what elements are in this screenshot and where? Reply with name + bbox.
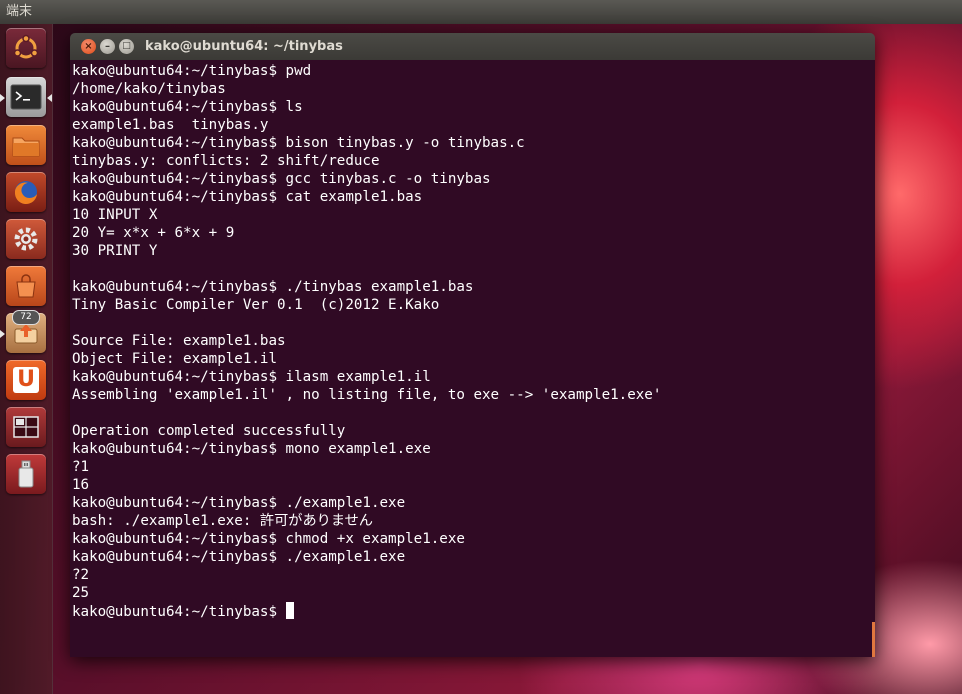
terminal-line: tinybas.y: conflicts: 2 shift/reduce bbox=[72, 153, 380, 169]
terminal-output[interactable]: kako@ubuntu64:~/tinybas$ pwd /home/kako/… bbox=[70, 60, 875, 657]
launcher-ubuntu-one[interactable]: U bbox=[6, 360, 46, 400]
minimize-icon: – bbox=[105, 41, 110, 52]
terminal-text: kako@ubuntu64:~/tinybas$ pwd /home/kako/… bbox=[70, 60, 875, 621]
terminal-line: kako@ubuntu64:~/tinybas$ bison tinybas.y… bbox=[72, 135, 525, 151]
launcher-files[interactable] bbox=[6, 125, 46, 165]
app-title: 端末 bbox=[6, 4, 33, 19]
launcher-dash-home[interactable] bbox=[6, 28, 46, 68]
terminal-line: Tiny Basic Compiler Ver 0.1 (c)2012 E.Ka… bbox=[72, 297, 440, 313]
terminal-window[interactable]: × – □ kako@ubuntu64: ~/tinybas kako@ubun… bbox=[70, 33, 875, 657]
terminal-line: kako@ubuntu64:~/tinybas$ gcc tinybas.c -… bbox=[72, 171, 491, 187]
terminal-line: kako@ubuntu64:~/tinybas$ pwd bbox=[72, 63, 312, 79]
terminal-line: 16 bbox=[72, 477, 90, 493]
window-close-button[interactable]: × bbox=[81, 39, 96, 54]
terminal-line: Source File: example1.bas bbox=[72, 333, 286, 349]
terminal-line: Object File: example1.il bbox=[72, 351, 277, 367]
workspaces-icon bbox=[13, 416, 39, 438]
folder-icon bbox=[12, 137, 40, 157]
terminal-line: ?1 bbox=[72, 459, 90, 475]
running-indicator bbox=[0, 94, 5, 102]
terminal-line: 10 INPUT X bbox=[72, 207, 158, 223]
launcher-firefox[interactable] bbox=[6, 172, 46, 212]
text-cursor bbox=[285, 602, 294, 619]
close-icon: × bbox=[84, 41, 93, 52]
terminal-icon bbox=[10, 84, 42, 110]
terminal-line: 30 PRINT Y bbox=[72, 243, 158, 259]
terminal-line: kako@ubuntu64:~/tinybas$ ./tinybas examp… bbox=[72, 279, 474, 295]
terminal-line: example1.bas tinybas.y bbox=[72, 117, 269, 133]
terminal-line: kako@ubuntu64:~/tinybas$ chmod +x exampl… bbox=[72, 531, 465, 547]
terminal-line: kako@ubuntu64:~/tinybas$ mono example1.e… bbox=[72, 441, 431, 457]
terminal-line: kako@ubuntu64:~/tinybas$ ./example1.exe bbox=[72, 495, 406, 511]
terminal-prompt: kako@ubuntu64:~/tinybas$ bbox=[72, 604, 286, 620]
terminal-line: kako@ubuntu64:~/tinybas$ ilasm example1.… bbox=[72, 369, 431, 385]
terminal-line: /home/kako/tinybas bbox=[72, 81, 226, 97]
terminal-line: 25 bbox=[72, 585, 90, 601]
terminal-line: Assembling 'example1.il' , no listing fi… bbox=[72, 387, 662, 403]
terminal-line: ?2 bbox=[72, 567, 90, 583]
launcher-terminal[interactable] bbox=[6, 77, 46, 117]
window-maximize-button[interactable]: □ bbox=[119, 39, 134, 54]
launcher-update-manager[interactable]: 72 bbox=[6, 310, 46, 353]
window-title: kako@ubuntu64: ~/tinybas bbox=[145, 39, 343, 54]
firefox-icon bbox=[14, 181, 37, 205]
launcher-workspace-switcher[interactable] bbox=[6, 407, 46, 447]
terminal-line: 20 Y= x*x + 6*x + 9 bbox=[72, 225, 235, 241]
launcher-software-center[interactable] bbox=[6, 266, 46, 306]
shopping-bag-icon bbox=[16, 274, 36, 298]
usb-drive-icon bbox=[18, 460, 34, 488]
launcher: 72 U bbox=[0, 24, 53, 694]
gear-wrench-icon bbox=[14, 227, 38, 251]
terminal-line: kako@ubuntu64:~/tinybas$ ./example1.exe bbox=[72, 549, 406, 565]
running-indicator bbox=[0, 330, 5, 338]
scrollbar-indicator[interactable] bbox=[872, 622, 875, 657]
window-minimize-button[interactable]: – bbox=[100, 39, 115, 54]
terminal-line: bash: ./example1.exe: 許可がありません bbox=[72, 513, 373, 529]
maximize-icon: □ bbox=[122, 41, 131, 51]
top-panel: 端末 bbox=[0, 0, 962, 24]
launcher-system-settings[interactable] bbox=[6, 219, 46, 259]
terminal-line: kako@ubuntu64:~/tinybas$ cat example1.ba… bbox=[72, 189, 423, 205]
update-count-badge: 72 bbox=[12, 310, 40, 325]
terminal-line: Operation completed successfully bbox=[72, 423, 346, 439]
window-titlebar[interactable]: × – □ kako@ubuntu64: ~/tinybas bbox=[70, 33, 875, 60]
terminal-line: kako@ubuntu64:~/tinybas$ ls bbox=[72, 99, 303, 115]
focused-indicator bbox=[47, 94, 52, 102]
ubuntu-one-icon: U bbox=[13, 367, 39, 393]
ubuntu-logo-icon bbox=[13, 34, 39, 59]
launcher-usb-drive[interactable] bbox=[6, 454, 46, 494]
